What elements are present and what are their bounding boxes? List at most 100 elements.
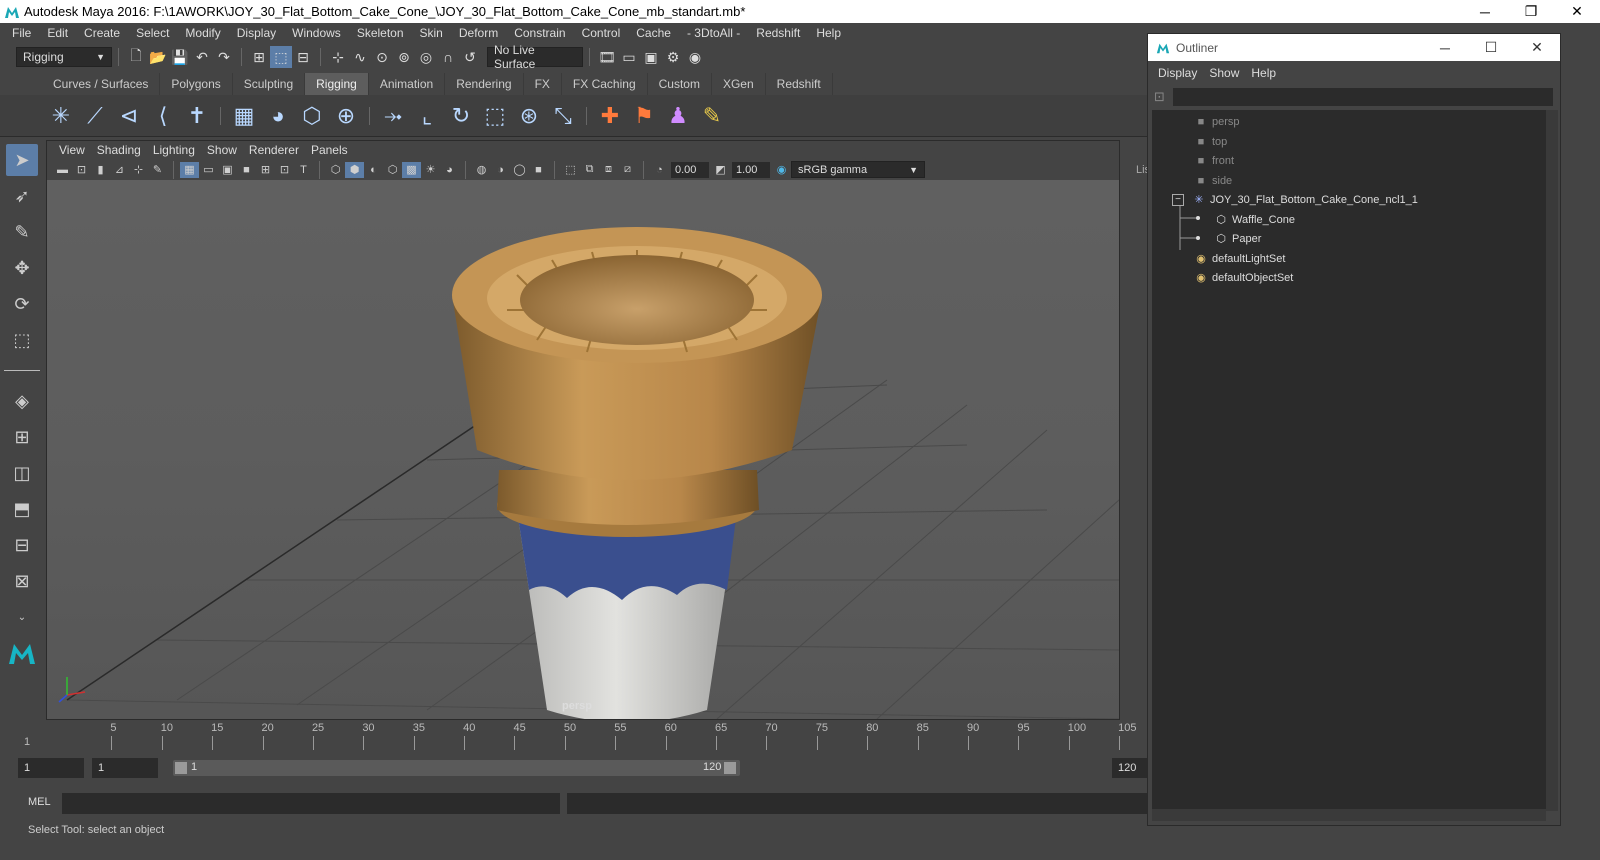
time-slider[interactable]: 1 5 10 15 20 25 30 35 40 45 50 55 60 65 70 75 80 85 90 95 10… — [0, 720, 1150, 752]
save-scene-icon[interactable]: 💾 — [169, 46, 191, 68]
list-item[interactable]: ■ side — [1194, 171, 1233, 190]
ik-spline-icon[interactable]: ⊲ — [112, 99, 146, 133]
start-frame-field[interactable]: 1 — [18, 758, 84, 778]
outliner-vertical-scrollbar[interactable] — [1546, 110, 1558, 811]
minimize-icon[interactable]: ─ — [1462, 0, 1508, 23]
bind-skin-icon[interactable]: ▦ — [227, 99, 261, 133]
smooth-shade-icon[interactable]: ⬢ — [345, 161, 364, 178]
snap-grid-icon[interactable]: ⊹ — [327, 46, 349, 68]
close-icon[interactable]: ✕ — [1514, 39, 1560, 56]
smooth-bind-icon[interactable]: ◕ — [261, 99, 295, 133]
menu-create[interactable]: Create — [76, 26, 128, 40]
scale-constraint-icon[interactable]: ⬚ — [478, 99, 512, 133]
screen-space-ao-icon[interactable]: ◍ — [472, 162, 491, 178]
undo-icon[interactable]: ↶ — [191, 46, 213, 68]
list-item[interactable]: ■ front — [1194, 151, 1234, 170]
exposure-icon[interactable]: ◔ — [650, 162, 669, 178]
maximize-icon[interactable]: ☐ — [1468, 39, 1514, 56]
menu-cache[interactable]: Cache — [628, 26, 679, 40]
menu-file[interactable]: File — [4, 26, 39, 40]
rotate-tool-icon[interactable]: ⟳ — [6, 288, 38, 320]
expand-toolbox-icon[interactable]: ⌄ — [6, 601, 38, 633]
snap-view-icon[interactable]: ⊚ — [393, 46, 415, 68]
two-pane-layout-icon[interactable]: ◫ — [6, 457, 38, 489]
panel-menu-lighting[interactable]: Lighting — [147, 143, 201, 157]
redo-icon[interactable]: ↷ — [213, 46, 235, 68]
hypershade-icon[interactable]: ◉ — [684, 46, 706, 68]
restore-icon[interactable]: ❐ — [1508, 0, 1554, 23]
current-frame-marker[interactable]: 1 — [24, 736, 30, 748]
orient-constraint-icon[interactable]: ↻ — [444, 99, 478, 133]
menu-deform[interactable]: Deform — [451, 26, 506, 40]
ipr-render-icon[interactable]: ▣ — [640, 46, 662, 68]
camera-attributes-icon[interactable]: ⊡ — [72, 162, 91, 178]
film-gate-icon[interactable]: ▭ — [199, 162, 218, 178]
menu-skeleton[interactable]: Skeleton — [349, 26, 412, 40]
menu-redshift[interactable]: Redshift — [748, 26, 808, 40]
shadows-icon[interactable]: ◕ — [440, 162, 459, 178]
paint-select-icon[interactable]: ✎ — [6, 216, 38, 248]
menu-windows[interactable]: Windows — [284, 26, 349, 40]
menu-display[interactable]: Display — [229, 26, 284, 40]
wireframe-icon[interactable]: ⬡ — [326, 162, 345, 178]
range-slider[interactable]: 1 120 — [173, 760, 740, 776]
render-frame-icon[interactable]: ▭ — [618, 46, 640, 68]
filter-icon[interactable]: ⊡ — [1154, 89, 1165, 105]
tab-polygons[interactable]: Polygons — [160, 73, 233, 95]
image-plane-icon[interactable]: ⊿ — [110, 162, 129, 178]
panel-menu-panels[interactable]: Panels — [305, 143, 354, 157]
lattice-icon[interactable]: ⬡ — [295, 99, 329, 133]
grid-icon[interactable]: ▦ — [180, 161, 199, 178]
xray-icon[interactable]: ⧉ — [580, 162, 599, 178]
tab-animation[interactable]: Animation — [369, 73, 446, 95]
select-component-icon[interactable]: ⊟ — [292, 46, 314, 68]
tab-xgen[interactable]: XGen — [712, 73, 766, 95]
list-item[interactable]: ■ top — [1194, 132, 1228, 151]
textured-icon[interactable]: ▩ — [402, 161, 421, 178]
gamma-icon[interactable]: ◩ — [711, 162, 730, 178]
safe-title-icon[interactable]: T — [294, 162, 313, 178]
list-item[interactable]: − ✳ JOY_30_Flat_Bottom_Cake_Cone_ncl1_1 — [1172, 190, 1418, 209]
humanik-icon[interactable]: ✝ — [180, 99, 214, 133]
joint-tool-icon[interactable]: ✳ — [44, 99, 78, 133]
end-frame-field[interactable]: 120 — [1112, 758, 1148, 778]
live-surface-field[interactable]: No Live Surface — [487, 43, 583, 71]
field-chart-icon[interactable]: ⊞ — [256, 162, 275, 178]
list-item[interactable]: ◉ defaultObjectSet — [1194, 268, 1293, 287]
tab-rendering[interactable]: Rendering — [445, 73, 524, 95]
ik-handle-icon[interactable]: ⟋ — [78, 99, 112, 133]
bookmark-icon[interactable]: ▮ — [91, 162, 110, 178]
tab-custom[interactable]: Custom — [648, 73, 712, 95]
snap-curve-icon[interactable]: ∿ — [349, 46, 371, 68]
close-icon[interactable]: ✕ — [1554, 0, 1600, 23]
wireframe-on-shaded-icon[interactable]: ⬡ — [383, 162, 402, 178]
exposure-field[interactable]: 0.00 — [671, 161, 709, 178]
range-start-handle[interactable] — [175, 762, 187, 774]
select-object-icon[interactable]: ⬚ — [270, 46, 292, 68]
menu-control[interactable]: Control — [574, 26, 629, 40]
anim-start-field[interactable]: 1 — [92, 758, 158, 778]
tab-rigging[interactable]: Rigging — [305, 73, 369, 95]
select-tool-icon[interactable]: ➤ — [6, 144, 38, 176]
snap-magnet-icon[interactable]: ∩ — [437, 46, 459, 68]
rigging-misc-icon[interactable]: ✎ — [695, 99, 729, 133]
menu-select[interactable]: Select — [128, 26, 177, 40]
3d-viewport[interactable]: persp — [47, 180, 1119, 719]
parent-constraint-icon[interactable]: ⊛ — [512, 99, 546, 133]
menu-3dtoall[interactable]: - 3DtoAll - — [679, 26, 748, 40]
persp-graph-layout-icon[interactable]: ⬒ — [6, 493, 38, 525]
select-hierarchy-icon[interactable]: ⊞ — [248, 46, 270, 68]
scale-tool-icon[interactable]: ⬚ — [6, 324, 38, 356]
snap-point-icon[interactable]: ⊙ — [371, 46, 393, 68]
command-input[interactable] — [62, 793, 560, 814]
multisample-aa-icon[interactable]: ◯ — [510, 162, 529, 178]
2d-pan-zoom-icon[interactable]: ⊹ — [129, 162, 148, 178]
xray-active-icon[interactable]: ⧈ — [599, 162, 618, 178]
color-management-icon[interactable]: ◉ — [772, 162, 791, 178]
collapse-icon[interactable]: − — [1172, 193, 1184, 206]
color-space-dropdown[interactable]: sRGB gamma ▼ — [791, 161, 925, 178]
time-ruler[interactable]: 1 5 10 15 20 25 30 35 40 45 50 55 60 65 70 75 80 85 90 95 10… — [22, 722, 1140, 750]
move-tool-icon[interactable]: ✥ — [6, 252, 38, 284]
resolution-gate-icon[interactable]: ▣ — [218, 162, 237, 178]
ik-fk-icon[interactable]: ⚑ — [627, 99, 661, 133]
